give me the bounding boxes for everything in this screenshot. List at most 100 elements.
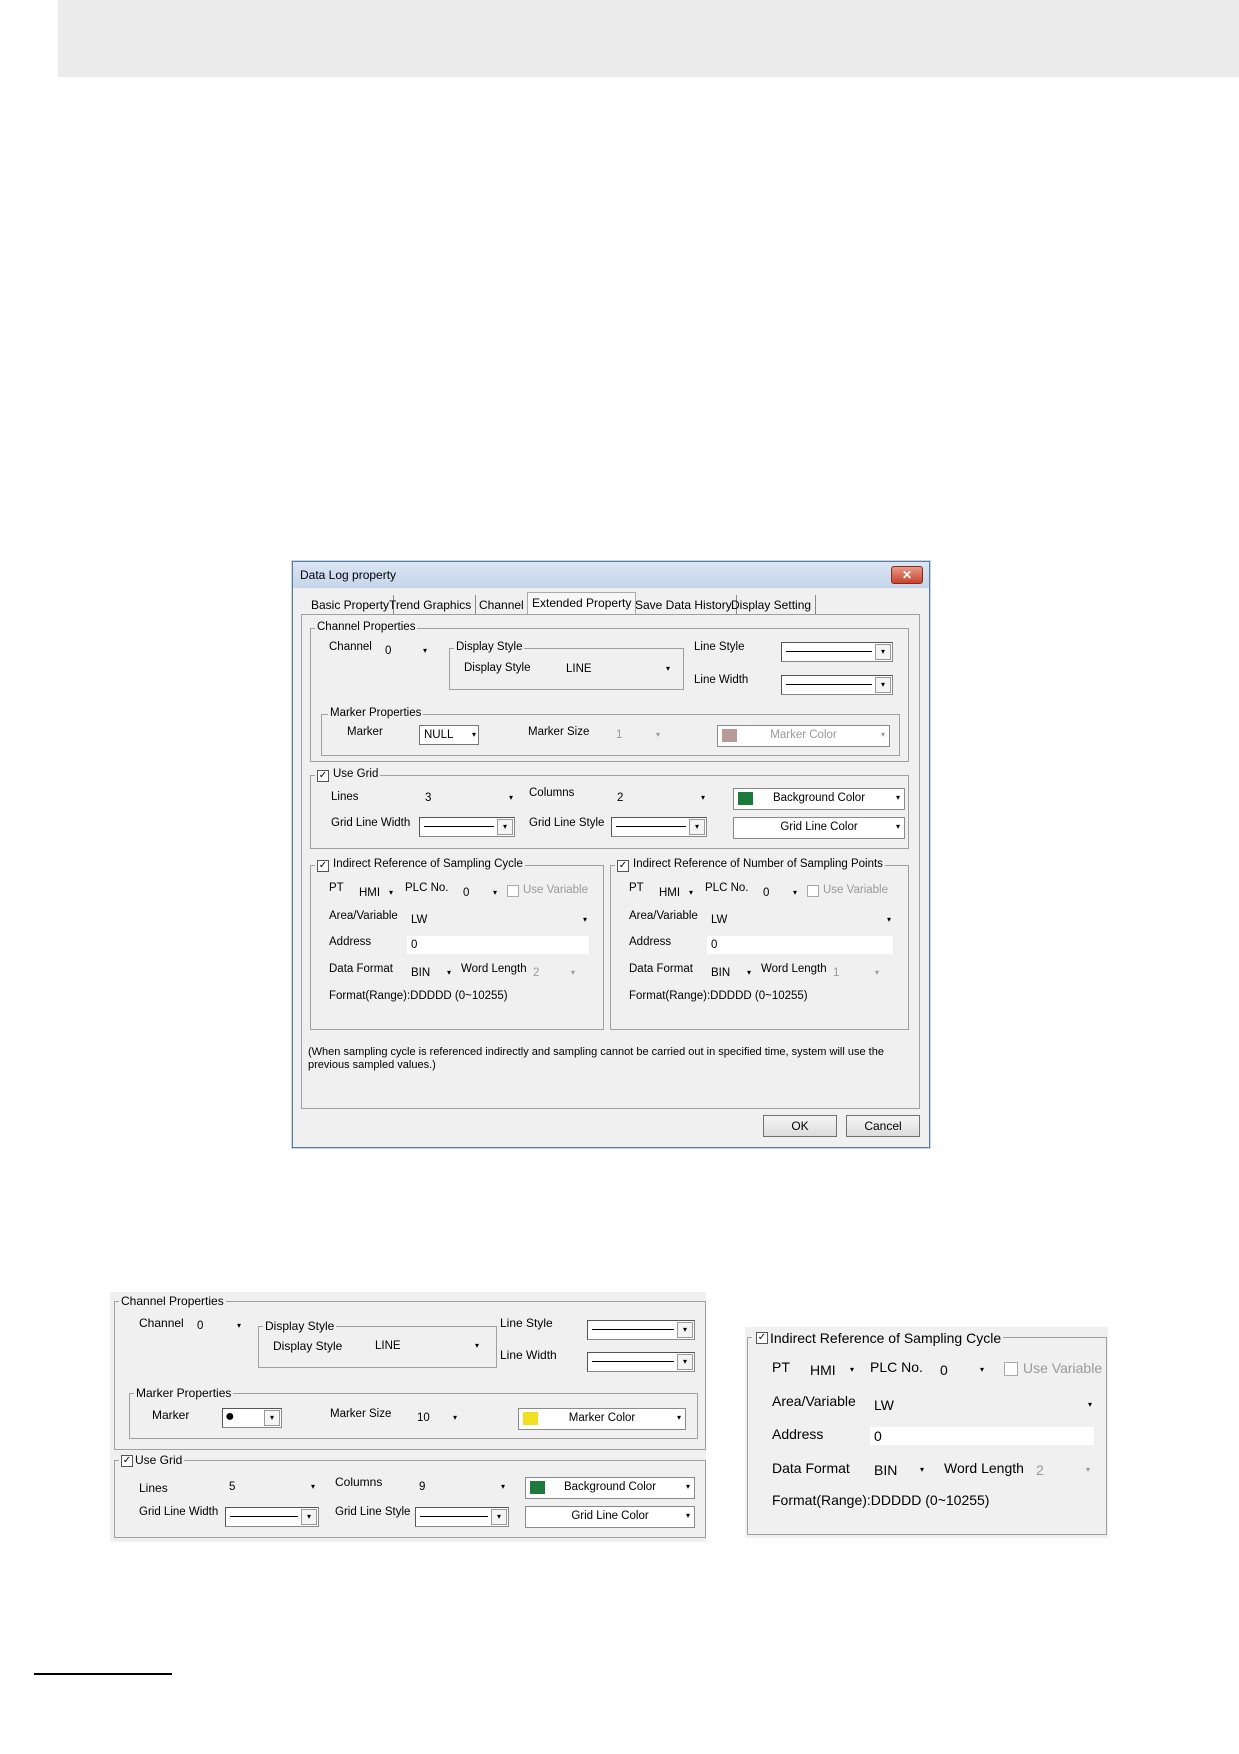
data-format-select[interactable]: BIN ▾ <box>870 1461 926 1479</box>
columns-select[interactable]: 9 ▾ <box>415 1478 507 1496</box>
chevron-down-icon: ▾ <box>880 730 885 739</box>
chevron-down-icon: ▾ <box>570 968 575 977</box>
marker-color-button[interactable]: Marker Color ▾ <box>717 725 890 747</box>
address-input[interactable]: 0 <box>407 936 589 954</box>
plc-no-select[interactable]: 0 ▾ <box>759 884 799 902</box>
grid-line-color-button[interactable]: Grid Line Color ▾ <box>525 1506 695 1528</box>
marker-color-button[interactable]: Marker Color ▾ <box>518 1408 686 1430</box>
address-input[interactable]: 0 <box>870 1427 1094 1445</box>
area-variable-select[interactable]: LW ▾ <box>870 1396 1094 1414</box>
use-variable-checkbox[interactable] <box>807 885 819 897</box>
chevron-down-icon: ▾ <box>310 1482 315 1491</box>
marker-size-select[interactable]: 10 ▾ <box>413 1409 459 1427</box>
grid-line-style-select[interactable]: ▾ <box>415 1507 509 1527</box>
chevron-down-icon: ▾ <box>1085 1465 1090 1474</box>
sampling-note: (When sampling cycle is referenced indir… <box>308 1046 884 1071</box>
channel-select[interactable]: 0 ▾ <box>381 642 429 660</box>
chevron-down-icon: ▾ <box>582 915 587 924</box>
sampling-cycle-group: Indirect Reference of Sampling Cycle ✓ P… <box>747 1330 1107 1535</box>
grid-line-width-select[interactable]: ▾ <box>225 1507 319 1527</box>
channel-select[interactable]: 0 ▾ <box>193 1317 243 1335</box>
marker-properties-group: Marker Properties Marker NULL ▾ Marker Si… <box>321 707 900 756</box>
line-style-select[interactable]: ▾ <box>781 642 893 662</box>
tab-channel[interactable]: Channel <box>475 595 529 615</box>
chevron-down-icon: ▾ <box>875 644 891 660</box>
cancel-button[interactable]: Cancel <box>846 1115 920 1137</box>
pt-select[interactable]: HMI ▾ <box>655 884 695 902</box>
chevron-down-icon: ▾ <box>474 1341 479 1350</box>
dialog-title: Data Log property <box>300 568 397 582</box>
line-width-select[interactable]: ▾ <box>781 675 893 695</box>
area-variable-select[interactable]: LW ▾ <box>707 911 893 929</box>
sampling-cycle-group: Indirect Reference of Sampling Cycle ✓ P… <box>310 858 604 1030</box>
marker-select[interactable]: ● ▾ <box>222 1408 282 1428</box>
line-width-select[interactable]: ▾ <box>587 1352 695 1372</box>
chevron-down-icon: ▾ <box>979 1365 984 1374</box>
lines-select[interactable]: 5 ▾ <box>225 1478 317 1496</box>
background-color-button[interactable]: Background Color ▾ <box>733 788 905 810</box>
display-style-select[interactable]: LINE ▾ <box>371 1337 481 1355</box>
chevron-down-icon: ▾ <box>471 730 476 739</box>
plc-no-select[interactable]: 0 ▾ <box>459 884 499 902</box>
use-grid-checkbox[interactable]: ✓ <box>121 1455 133 1467</box>
chevron-down-icon: ▾ <box>886 915 891 924</box>
sampling-points-checkbox[interactable]: ✓ <box>617 860 629 872</box>
data-format-select[interactable]: BIN ▾ <box>407 964 453 982</box>
use-grid-checkbox[interactable]: ✓ <box>317 770 329 782</box>
chevron-down-icon: ▾ <box>452 1413 457 1422</box>
data-format-select[interactable]: BIN ▾ <box>707 964 753 982</box>
background-color-button[interactable]: Background Color ▾ <box>525 1477 695 1499</box>
area-variable-select[interactable]: LW ▾ <box>407 911 589 929</box>
marker-properties-group: Marker Properties Marker ● ▾ Marker Size… <box>129 1386 698 1439</box>
chevron-down-icon: ▾ <box>849 1365 854 1374</box>
ok-button[interactable]: OK <box>763 1115 837 1137</box>
columns-select[interactable]: 2 ▾ <box>613 789 707 807</box>
grid-line-color-button[interactable]: Grid Line Color ▾ <box>733 817 905 839</box>
chevron-down-icon: ▾ <box>388 888 393 897</box>
page-header-band <box>58 0 1239 77</box>
pt-select[interactable]: HMI ▾ <box>355 884 395 902</box>
chevron-down-icon: ▾ <box>491 1509 507 1525</box>
chevron-down-icon: ▾ <box>792 888 797 897</box>
line-style-select[interactable]: ▾ <box>587 1320 695 1340</box>
use-variable-checkbox[interactable] <box>1004 1362 1018 1376</box>
marker-circle-icon: ● <box>225 1408 235 1425</box>
marker-size-select[interactable]: 1 ▾ <box>612 726 662 744</box>
sampling-points-group: Indirect Reference of Number of Sampling… <box>610 858 909 1030</box>
word-length-select[interactable]: 2 ▾ <box>529 964 577 982</box>
group-title: Channel Properties <box>315 621 418 633</box>
sampling-cycle-checkbox[interactable]: ✓ <box>317 860 329 872</box>
grid-line-width-select[interactable]: ▾ <box>419 817 515 837</box>
plc-no-select[interactable]: 0 ▾ <box>936 1361 986 1379</box>
sampling-cycle-checkbox[interactable]: ✓ <box>756 1332 768 1344</box>
chevron-down-icon: ▾ <box>676 1413 681 1422</box>
display-style-group: Display Style Display Style LINE ▾ <box>449 641 684 690</box>
data-log-property-dialog: Data Log property ✕ Basic Property Trend… <box>292 561 930 1148</box>
word-length-select[interactable]: 1 ▾ <box>829 964 881 982</box>
chevron-down-icon: ▾ <box>700 793 705 802</box>
tab-trend-graphics[interactable]: Trend Graphics <box>385 595 477 615</box>
tab-extended-property[interactable]: Extended Property <box>527 592 637 616</box>
use-grid-group: Use Grid ✓ Lines 3 ▾ Columns 2 ▾ Backgroun… <box>310 768 909 849</box>
chevron-down-icon: ▾ <box>264 1410 280 1426</box>
lines-select[interactable]: 3 ▾ <box>421 789 515 807</box>
chevron-down-icon: ▾ <box>497 819 513 835</box>
chevron-down-icon: ▾ <box>301 1509 317 1525</box>
tab-basic-property[interactable]: Basic Property <box>307 595 395 615</box>
close-button[interactable]: ✕ <box>891 566 923 584</box>
extended-property-panel: Channel Properties Channel 0 ▾ Display St… <box>301 614 920 1109</box>
chevron-down-icon: ▾ <box>688 888 693 897</box>
format-range-text: Format(Range):DDDDD (0~10255) <box>329 990 508 1002</box>
grid-line-style-select[interactable]: ▾ <box>611 817 707 837</box>
chevron-down-icon: ▾ <box>446 968 451 977</box>
word-length-select[interactable]: 2 ▾ <box>1032 1461 1092 1479</box>
display-style-select[interactable]: LINE ▾ <box>562 660 672 678</box>
channel-properties-group: Channel Properties Channel 0 ▾ Display St… <box>310 621 909 762</box>
tab-display-setting[interactable]: Display Setting <box>727 595 817 615</box>
pt-select[interactable]: HMI ▾ <box>806 1361 856 1379</box>
marker-select[interactable]: NULL ▾ <box>419 725 479 745</box>
use-variable-checkbox[interactable] <box>507 885 519 897</box>
use-grid-group: Use Grid ✓ Lines 5 ▾ Columns 9 ▾ Backgroun… <box>114 1453 706 1538</box>
tab-save-data-history[interactable]: Save Data History <box>631 595 737 615</box>
address-input[interactable]: 0 <box>707 936 893 954</box>
